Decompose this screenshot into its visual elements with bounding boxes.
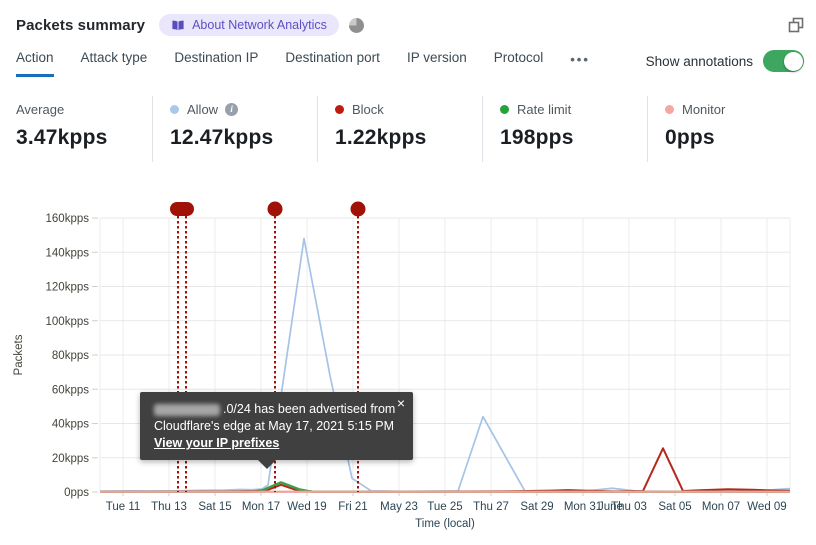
stat-value: 0pps xyxy=(665,126,715,149)
stat-label: Block xyxy=(352,101,384,117)
open-window-icon[interactable] xyxy=(788,17,804,33)
y-tick-label: 140kpps xyxy=(46,247,90,259)
x-tick-label: Tue 25 xyxy=(427,501,462,513)
network-analytics-panel: Packets summary About Network Analytics … xyxy=(0,0,816,545)
x-tick-label: Mon 31 xyxy=(564,501,602,513)
stat-label: Rate limit xyxy=(517,101,572,117)
header: Packets summary About Network Analytics xyxy=(16,10,804,40)
legend-dot-block xyxy=(335,104,344,114)
x-tick-label: Wed 19 xyxy=(287,501,326,513)
tab-destination-ip[interactable]: Destination IP xyxy=(174,50,258,77)
legend-dot-rate-limit xyxy=(500,104,509,114)
x-tick-label: Thu 27 xyxy=(473,501,509,513)
x-axis-title: Time (local) xyxy=(415,518,475,530)
x-tick-label: May 23 xyxy=(380,501,418,513)
tab-action[interactable]: Action xyxy=(16,50,54,77)
show-annotations-label: Show annotations xyxy=(645,53,753,69)
x-tick-label: Sat 29 xyxy=(520,501,553,513)
x-tick-label: Sat 15 xyxy=(198,501,231,513)
annotation-marker[interactable] xyxy=(350,201,366,217)
legend-dot-monitor xyxy=(665,104,674,114)
stat-label: Average xyxy=(16,101,65,117)
close-icon[interactable]: × xyxy=(397,395,405,411)
y-tick-label: 160kpps xyxy=(46,213,90,225)
x-tick-label: Thu 13 xyxy=(151,501,187,513)
stat-value: 12.47kpps xyxy=(170,126,274,149)
dimension-tabs: Action Attack type Destination IP Destin… xyxy=(16,50,804,77)
stat-allow: Allow i 12.47kpps xyxy=(152,96,317,162)
tooltip-line2: Cloudflare's edge at May 17, 2021 5:15 P… xyxy=(154,419,395,433)
y-tick-label: 100kpps xyxy=(46,316,90,328)
view-ip-prefixes-link[interactable]: View your IP prefixes xyxy=(154,436,279,450)
annotation-marker-pair[interactable] xyxy=(170,202,194,216)
x-tick-label: Mon 07 xyxy=(702,501,740,513)
stat-block: Block 1.22kpps xyxy=(317,96,482,162)
annotation-marker[interactable] xyxy=(267,201,283,217)
y-tick-label: 20kpps xyxy=(52,453,89,465)
book-icon xyxy=(171,19,185,32)
y-tick-label: 40kpps xyxy=(52,419,89,431)
tab-destination-port[interactable]: Destination port xyxy=(285,50,380,77)
x-overlap-label: June xyxy=(598,501,623,513)
tab-protocol[interactable]: Protocol xyxy=(494,50,544,77)
page-title: Packets summary xyxy=(16,16,146,34)
stat-average: Average 3.47kpps xyxy=(16,96,152,162)
toggle-knob xyxy=(783,51,803,71)
packets-time-series-chart[interactable]: Tue 11 Thu 13 Sat 15 Mon 17 Wed 19 Fri 21 May … xyxy=(0,190,816,545)
y-tick-label: 120kpps xyxy=(46,282,90,294)
redacted-ip-prefix xyxy=(154,403,220,416)
usage-donut-icon[interactable] xyxy=(348,17,364,33)
info-icon[interactable]: i xyxy=(225,102,239,116)
tooltip-line1: .0/24 has been advertised from xyxy=(154,401,399,418)
about-badge-label: About Network Analytics xyxy=(192,18,327,32)
stat-label: Allow xyxy=(187,101,219,117)
y-axis-title: Packets xyxy=(13,334,25,375)
summary-stats: Average 3.47kpps Allow i 12.47kpps Block … xyxy=(16,96,804,162)
annotation-tooltip: × .0/24 has been advertised from Cloudfl… xyxy=(140,392,413,469)
y-tick-label: 0pps xyxy=(64,487,89,499)
stat-value: 3.47kpps xyxy=(16,126,108,149)
y-tick-label: 60kpps xyxy=(52,384,89,396)
legend-dot-allow xyxy=(170,104,179,114)
tabs-more-button[interactable]: ••• xyxy=(570,50,590,67)
stat-rate-limit: Rate limit 198pps xyxy=(482,96,647,162)
x-tick-label: Mon 17 xyxy=(242,501,280,513)
x-tick-label: Tue 11 xyxy=(106,501,141,513)
y-tick-label: 80kpps xyxy=(52,350,89,362)
x-tick-label: Sat 05 xyxy=(658,501,691,513)
stat-value: 1.22kpps xyxy=(335,126,427,149)
stat-value: 198pps xyxy=(500,126,574,149)
stat-label: Monitor xyxy=(682,101,726,117)
annotations-toggle[interactable] xyxy=(763,50,804,72)
tab-attack-type[interactable]: Attack type xyxy=(81,50,148,77)
tooltip-arrow xyxy=(258,460,276,469)
x-tick-label: Fri 21 xyxy=(338,501,367,513)
show-annotations-control: Show annotations xyxy=(646,50,804,72)
tab-ip-version[interactable]: IP version xyxy=(407,50,467,77)
about-network-analytics-badge[interactable]: About Network Analytics xyxy=(159,14,339,36)
x-tick-label: Wed 09 xyxy=(747,501,786,513)
chart-svg: Tue 11 Thu 13 Sat 15 Mon 17 Wed 19 Fri 21 May … xyxy=(13,201,791,530)
stat-monitor: Monitor 0pps xyxy=(647,96,797,162)
